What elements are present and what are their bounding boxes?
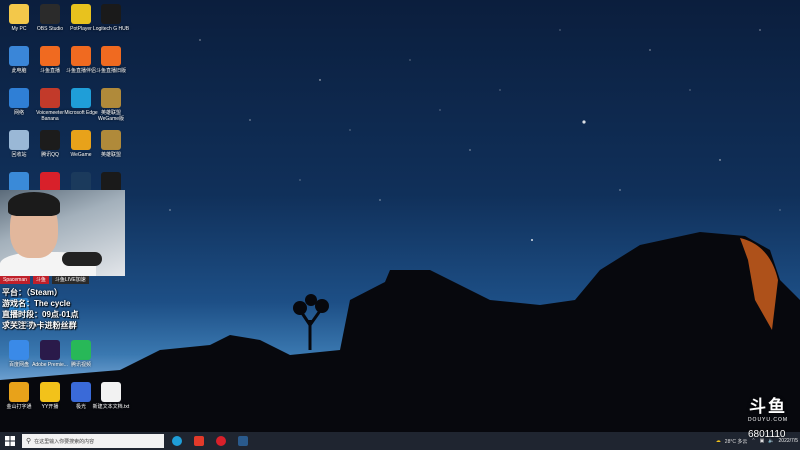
stream-info-line: 游戏名：The cycle <box>2 299 71 308</box>
desktop-icon-label: 英雄联盟 WeGame版 <box>97 110 125 122</box>
search-icon: ⚲ <box>26 438 32 445</box>
steam-icon <box>71 172 91 192</box>
wegame-icon <box>71 130 91 150</box>
overlay-tag: Spaceman <box>0 276 30 284</box>
this-pc-icon <box>9 46 29 66</box>
premiere-icon <box>40 340 60 360</box>
taskbar-app-steam[interactable] <box>234 432 252 450</box>
taskbar: ⚲ 在这里输入你要搜索的内容 ☁ 28°C 多云 ⌃ ▣ 🔈 2022/7/5 <box>0 432 800 450</box>
stream-info-line: 直播时段：09点-01点 <box>2 310 79 319</box>
desktop-icon-label: 斗鱼直播旧版 <box>95 68 126 74</box>
desktop-icon[interactable]: 斗鱼直播 <box>35 46 65 74</box>
stream-info-line: 求关注-办卡进粉丝群 <box>2 321 77 330</box>
desktop-icon-label: 新建文本文档.txt <box>92 404 130 410</box>
taskbar-app-netease[interactable] <box>212 432 230 450</box>
windows-icon <box>5 436 15 446</box>
desktop-icon[interactable]: 回收站 <box>4 130 34 158</box>
desktop-icon[interactable]: 新建文本文档.txt <box>93 382 129 410</box>
kingsoft-typing-icon <box>9 382 29 402</box>
stream-overlay-bar: Spaceman 斗鱼 斗鱼LIVE加速 <box>0 276 95 284</box>
text-file-icon <box>101 382 121 402</box>
desktop-icon[interactable]: 金山打字通 <box>4 382 34 410</box>
weather-icon: ☁ <box>715 438 721 444</box>
stream-info: 平台：（Steam） 游戏名：The cycle 直播时段：09点-01点 求关… <box>2 287 102 331</box>
desktop-icon[interactable]: YY开播 <box>35 382 65 410</box>
netease-music-icon <box>40 172 60 192</box>
aurora-icon <box>71 382 91 402</box>
search-placeholder: 在这里输入你要搜索的内容 <box>34 438 95 445</box>
taskbar-app-edge[interactable] <box>168 432 186 450</box>
desktop-icon[interactable]: 网络 <box>4 88 34 116</box>
yy-icon <box>40 382 60 402</box>
desktop-icon[interactable]: 英雄联盟 WeGame版 <box>96 88 126 122</box>
douyu-icon <box>101 46 121 66</box>
network-icon <box>9 88 29 108</box>
stream-info-line: 平台：（Steam） <box>2 288 63 297</box>
desktop-icon[interactable]: 百度网盘 <box>4 340 34 368</box>
desktop-icon-label: 腾讯视频 <box>70 362 91 368</box>
taskbar-app-douyu[interactable] <box>190 432 208 450</box>
room-id: 6801110 <box>748 429 786 440</box>
desktop-icon[interactable]: My PC <box>4 4 34 32</box>
douyu-watermark: 斗鱼 DOUYU.COM <box>740 392 796 423</box>
desktop-icon[interactable]: 英雄联盟 <box>96 130 126 158</box>
desktop-icon-label: 英雄联盟 <box>100 152 121 158</box>
weather-text[interactable]: 28°C 多云 <box>725 438 748 445</box>
netease-music-icon <box>216 436 226 446</box>
overlay-tag: 斗鱼LIVE加速 <box>51 276 89 284</box>
desktop-icon[interactable]: 腾讯QQ <box>35 130 65 158</box>
desktop-icon[interactable]: 此电脑 <box>4 46 34 74</box>
overlay-tag: 斗鱼 <box>32 276 49 284</box>
edge-icon <box>71 88 91 108</box>
douyu-brand: DOUYU.COM <box>747 417 789 423</box>
douyu-icon <box>40 46 60 66</box>
baidu-netdisk-icon <box>9 340 29 360</box>
voicemeeter-icon <box>40 88 60 108</box>
recycle-bin-icon <box>9 130 29 150</box>
desktop-icon[interactable]: Logitech G HUB <box>93 4 129 32</box>
lol-icon <box>101 130 121 150</box>
desktop-icon[interactable]: OBS Studio <box>35 4 65 32</box>
douyu-icon <box>194 436 204 446</box>
potplayer-icon <box>71 4 91 24</box>
desktop-icon[interactable]: Adobe Premie... <box>32 340 68 368</box>
qq-icon <box>40 130 60 150</box>
desktop-icon[interactable]: 斗鱼直播旧版 <box>96 46 126 74</box>
tencent-video-icon <box>71 340 91 360</box>
streamer-webcam <box>0 190 125 276</box>
control-panel-icon <box>9 172 29 192</box>
logitech-icon <box>101 4 121 24</box>
desktop-icon[interactable]: 腾讯视频 <box>66 340 96 368</box>
obs-icon <box>40 4 60 24</box>
steam-icon <box>238 436 248 446</box>
douyu-logo: 斗鱼 <box>749 397 787 417</box>
desktop-icon-label: Logitech G HUB <box>92 26 130 32</box>
computer-icon <box>9 4 29 24</box>
taskbar-search-input[interactable]: ⚲ 在这里输入你要搜索的内容 <box>22 434 164 448</box>
the-cycle-icon <box>101 172 121 192</box>
start-button[interactable] <box>0 432 20 450</box>
douyu-icon <box>71 46 91 66</box>
lol-icon <box>101 88 121 108</box>
desktop-icon[interactable]: Voicemeeter Banana <box>35 88 65 122</box>
edge-icon <box>172 436 182 446</box>
